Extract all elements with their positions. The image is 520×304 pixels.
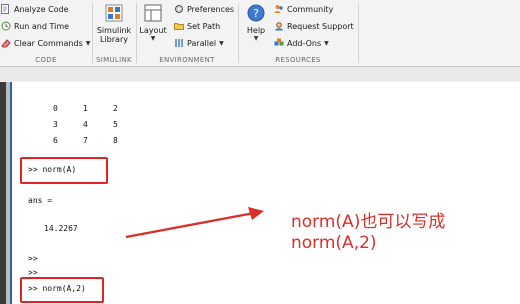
gear-icon (175, 5, 183, 13)
matrix-cell: 4 (83, 120, 88, 129)
preferences-label: Preferences (187, 4, 235, 14)
environment-group: Layout ▼ Preferences Set Path Parallel ▼… (137, 0, 237, 66)
resources-group-label: RESOURCES (275, 56, 321, 64)
community-label: Community (287, 4, 334, 14)
toolstrip-ribbon: Analyze Code Run and Time Clear Commands… (0, 0, 520, 67)
simulink-group: Simulink Library SIMULINK (93, 0, 135, 66)
run-and-time-button[interactable]: Run and Time (1, 21, 69, 31)
add-ons-icon (274, 38, 284, 46)
matrix-cell: 5 (113, 120, 118, 129)
clear-commands-button[interactable]: Clear Commands ▼ (1, 38, 90, 48)
request-support-label: Request Support (287, 21, 354, 31)
add-ons-dropdown-icon[interactable]: ▼ (324, 40, 329, 47)
matrix-cell: 0 (53, 104, 58, 113)
code-group: Analyze Code Run and Time Clear Commands… (0, 0, 92, 66)
simulink-library-label-1: Simulink (96, 26, 132, 35)
matrix-cell: 8 (113, 136, 118, 145)
support-icon (275, 22, 283, 31)
command-window[interactable] (10, 82, 520, 304)
run-and-time-icon (1, 21, 11, 31)
parallel-icon (175, 39, 183, 47)
analyze-code-label: Analyze Code (14, 4, 69, 14)
prompt-line: >> (28, 268, 38, 277)
preferences-button[interactable]: Preferences (174, 4, 234, 14)
clear-commands-label: Clear Commands (14, 38, 83, 48)
parallel-label: Parallel (187, 38, 217, 48)
simulink-library-label-2: Library (100, 35, 128, 44)
annotation-arrow (125, 207, 264, 239)
matrix-cell: 7 (83, 136, 88, 145)
annotation-text-line2: norm(A,2) (291, 233, 377, 253)
clear-commands-icon (1, 39, 11, 48)
matrix-cell: 6 (53, 136, 58, 145)
help-dropdown-icon[interactable]: ▼ (241, 35, 271, 42)
folder-icon (174, 23, 184, 30)
run-and-time-label: Run and Time (14, 21, 70, 31)
analyze-code-button[interactable]: Analyze Code (1, 4, 69, 14)
simulink-library-button[interactable]: Simulink Library (93, 4, 135, 44)
community-icon (274, 5, 283, 13)
matrix-cell: 3 (53, 120, 58, 129)
environment-group-label: ENVIRONMENT (159, 56, 215, 64)
layout-label: Layout (139, 26, 167, 35)
matrix-row: 3 4 5 (53, 120, 143, 129)
analyze-code-icon (1, 4, 9, 14)
help-label: Help (246, 26, 266, 35)
help-icon: ? (247, 4, 265, 22)
help-button[interactable]: ? Help ▼ (241, 4, 271, 42)
svg-text:?: ? (253, 7, 259, 20)
ans-value: 14.2267 (44, 224, 78, 233)
code-group-label: CODE (35, 56, 57, 64)
matrix-row: 6 7 8 (53, 136, 143, 145)
matrix-row: 0 1 2 (53, 104, 143, 113)
set-path-button[interactable]: Set Path (174, 21, 220, 31)
matrix-cell: 1 (83, 104, 88, 113)
toolstrip-gap (0, 67, 520, 81)
ans-label: ans = (28, 196, 53, 205)
add-ons-button[interactable]: Add-Ons ▼ (274, 38, 329, 48)
clear-commands-dropdown-icon[interactable]: ▼ (86, 40, 91, 47)
prompt-line: >> (28, 254, 38, 263)
parallel-button[interactable]: Parallel ▼ (174, 38, 224, 48)
layout-icon (144, 4, 162, 22)
set-path-label: Set Path (187, 21, 221, 31)
highlight-box-2 (20, 277, 104, 303)
parallel-dropdown-icon[interactable]: ▼ (219, 40, 224, 47)
simulink-library-icon (105, 4, 123, 22)
highlight-box-1 (20, 157, 108, 184)
community-button[interactable]: Community (274, 4, 333, 14)
annotation-text-line1: norm(A)也可以写成 (291, 212, 446, 232)
request-support-button[interactable]: Request Support (274, 21, 354, 31)
ribbon-separator (358, 3, 359, 63)
layout-dropdown-icon[interactable]: ▼ (137, 35, 169, 42)
simulink-group-label: SIMULINK (96, 56, 132, 64)
layout-button[interactable]: Layout ▼ (137, 4, 169, 42)
add-ons-label: Add-Ons (287, 38, 322, 48)
resources-group: ? Help ▼ Community Request Support Add-O… (239, 0, 357, 66)
matrix-cell: 2 (113, 104, 118, 113)
